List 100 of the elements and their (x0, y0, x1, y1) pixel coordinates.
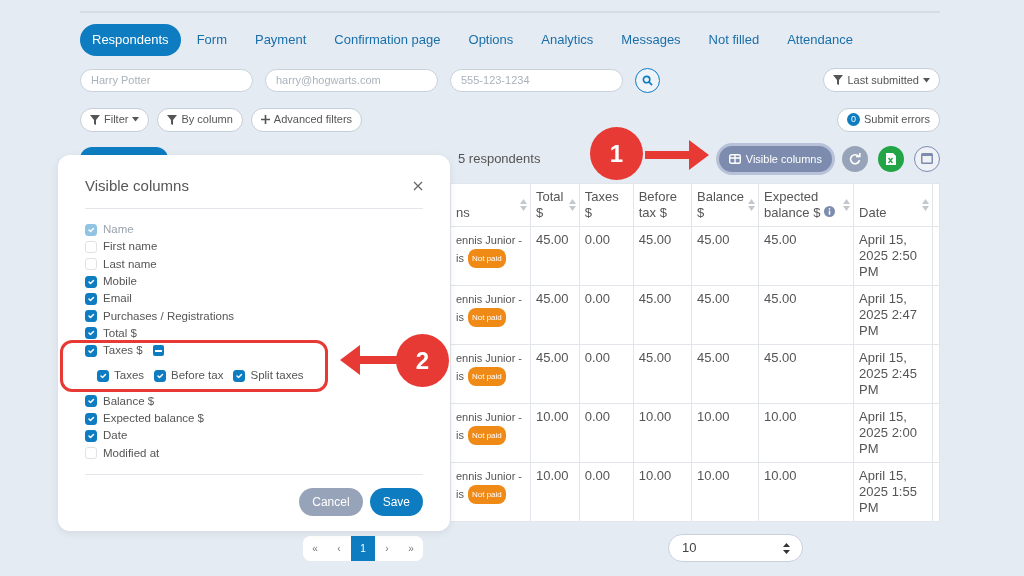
tab[interactable]: Attendance (775, 24, 865, 56)
column-label[interactable]: Modified at (103, 444, 160, 462)
table-cell: 45.00 (691, 285, 759, 345)
table-cell: 45.00 (758, 226, 854, 286)
checkbox[interactable] (85, 327, 97, 340)
table-cell: 10.00 (758, 462, 854, 522)
table-cell: 45.00 (530, 344, 580, 404)
status-badge: Not paid (467, 249, 506, 268)
filter-icon (90, 114, 100, 125)
table-cell-text: is (456, 369, 464, 384)
column-label[interactable]: Email (103, 290, 132, 308)
respondent-count: 5 respondents (458, 150, 541, 168)
column-label[interactable]: Taxes $ (103, 342, 143, 360)
checkbox[interactable] (97, 370, 109, 382)
checkbox[interactable] (85, 429, 97, 442)
checkbox[interactable] (85, 292, 97, 305)
filter-button[interactable]: Filter (80, 107, 150, 132)
search-field[interactable]: 555-123-1234 (450, 68, 623, 92)
checkbox[interactable] (85, 344, 97, 357)
page-size-select[interactable]: 10 (668, 534, 803, 562)
table-cell: 10.00 (691, 403, 759, 463)
sort-icon (748, 198, 755, 212)
filter-icon (833, 75, 844, 85)
table-cell: 45.00 (633, 344, 692, 404)
info-icon (824, 206, 835, 217)
checkbox[interactable] (85, 395, 97, 408)
table-cell: 10.00 (530, 462, 580, 522)
refresh-icon (849, 152, 861, 165)
column-label[interactable]: Before tax (171, 367, 224, 385)
tab[interactable]: Respondents (80, 24, 181, 56)
tab[interactable]: Analytics (529, 24, 606, 56)
column-header: Date (853, 183, 933, 227)
table-cell: 45.00 (758, 344, 854, 404)
tab[interactable]: Form (184, 24, 239, 56)
arrow (645, 140, 709, 170)
column-label[interactable]: Mobile (103, 272, 137, 291)
column-header: Expected balance $ (758, 183, 854, 227)
column-label[interactable]: Date (103, 427, 128, 445)
submit-errors-button[interactable]: 0 Submit errors (836, 107, 940, 132)
column-label[interactable]: First name (103, 238, 158, 256)
column-header: Balance $ (691, 183, 759, 227)
column-label[interactable]: Expected balance $ (103, 410, 205, 428)
table-cell: 0.00 (579, 226, 634, 286)
sort-dropdown[interactable]: Last submitted (823, 68, 940, 92)
column-label[interactable]: Split taxes (250, 367, 304, 385)
table-cell: 45.00 (691, 226, 759, 286)
column-header: ns (450, 183, 531, 227)
table-cell-text: is (456, 310, 464, 325)
table-cell: 45.00 (530, 226, 580, 286)
column-header: Total $ (530, 183, 580, 227)
checkbox[interactable] (154, 370, 167, 382)
table-cell-text: ennis Junior - (456, 469, 523, 484)
save-button[interactable]: Save (369, 487, 423, 516)
column-label[interactable]: Last name (103, 255, 157, 273)
search-field[interactable]: harry@hogwarts.com (265, 68, 438, 92)
table-cell: 10.00 (691, 462, 759, 522)
close-button[interactable] (413, 181, 423, 191)
count-badge: 0 (846, 113, 860, 126)
status-badge: Not paid (467, 485, 506, 504)
tab[interactable]: Messages (609, 24, 693, 56)
table-cell-text: ennis Junior - (456, 292, 523, 307)
tab[interactable]: Options (456, 24, 526, 56)
filter-button[interactable]: By column (157, 107, 243, 132)
table-cell-text: ennis Junior - (456, 233, 523, 248)
search-button[interactable] (635, 67, 660, 93)
collapse-icon[interactable] (152, 345, 164, 357)
checkbox[interactable] (85, 310, 97, 323)
tab[interactable]: Not filled (696, 24, 772, 56)
sort-icon (921, 198, 929, 212)
table-cell: 0.00 (579, 403, 634, 463)
column-label[interactable]: Balance $ (103, 392, 155, 410)
spreadsheet-button[interactable] (878, 145, 904, 172)
refresh-button[interactable] (842, 145, 868, 172)
table-cell: 10.00 (633, 462, 692, 522)
tab[interactable]: Confirmation page (322, 24, 453, 56)
status-badge: Not paid (467, 426, 506, 445)
table-cell: 10.00 (758, 403, 854, 463)
column-label[interactable]: Purchases / Registrations (103, 307, 235, 325)
table-cell: 45.00 (530, 285, 580, 345)
tab[interactable]: Payment (242, 24, 319, 56)
status-badge: Not paid (467, 308, 506, 327)
table-cell: 45.00 (633, 285, 692, 345)
search-field[interactable]: Harry Potter (80, 68, 253, 92)
page-size-value: 10 (682, 539, 697, 558)
table-cell-text: is (456, 428, 464, 443)
page-button[interactable]: 1 (351, 535, 375, 561)
caret-icon (132, 117, 140, 122)
column-label[interactable]: Total $ (103, 324, 137, 343)
table-cell: 0.00 (579, 344, 634, 404)
window-button[interactable] (914, 145, 940, 172)
table-cell-text: is (456, 251, 464, 266)
checkbox[interactable] (233, 370, 246, 382)
checkbox[interactable] (85, 275, 97, 288)
filter-icon (167, 114, 178, 125)
table-cell: 10.00 (530, 403, 580, 463)
column-header: Before tax $ (633, 183, 692, 227)
checkbox[interactable] (85, 412, 97, 425)
table-cell-text: is (456, 487, 464, 502)
column-label[interactable]: Taxes (114, 367, 145, 385)
filter-button[interactable]: Advanced filters (250, 107, 363, 132)
